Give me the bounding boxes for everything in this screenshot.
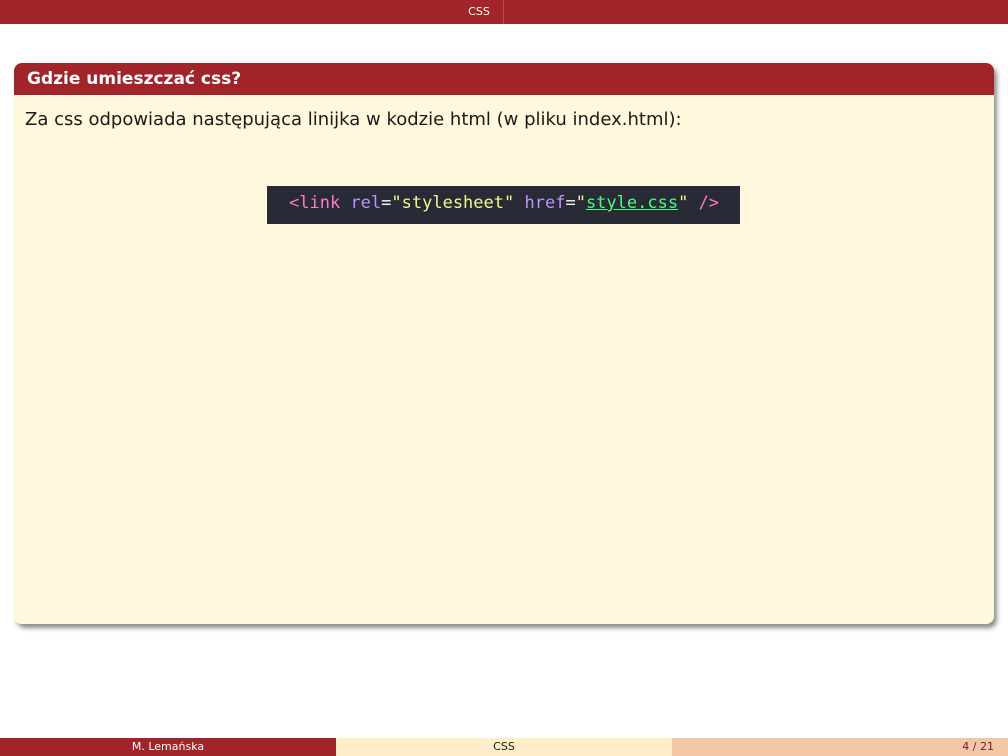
code-quote-open: " (575, 193, 586, 213)
code-value-href: style.css (585, 193, 679, 213)
slide: CSS Gdzie umieszczać css? Za css odpowia… (0, 0, 1008, 756)
code-attr-href: href (524, 193, 566, 213)
code-line: <link rel="stylesheet" href="style.css" … (289, 193, 719, 213)
block-title: Gdzie umieszczać css? (14, 63, 994, 95)
footer: M. Lemańska CSS 4 / 21 (0, 738, 1008, 756)
code-value-rel: "stylesheet" (391, 193, 515, 213)
code-tag-close: /> (698, 193, 720, 213)
footer-page-number: 4 / 21 (962, 740, 994, 753)
block-body: Za css odpowiada następująca linijka w k… (14, 95, 994, 624)
code-screenshot: <link rel="stylesheet" href="style.css" … (267, 186, 740, 224)
code-eq: = (565, 193, 576, 213)
footer-title: CSS (336, 738, 672, 756)
code-tag-open: <link (289, 193, 341, 213)
header-bar: CSS (0, 0, 1008, 24)
footer-author: M. Lemańska (0, 738, 336, 756)
code-eq: = (381, 193, 392, 213)
code-quote-close: " (678, 193, 689, 213)
block-text: Za css odpowiada następująca linijka w k… (25, 109, 682, 130)
header-section-title[interactable]: CSS (455, 0, 504, 24)
footer-right: 4 / 21 (672, 738, 1008, 756)
content-block: Gdzie umieszczać css? Za css odpowiada n… (14, 63, 994, 624)
code-cropped-line (289, 219, 629, 224)
code-attr-rel: rel (350, 193, 382, 213)
